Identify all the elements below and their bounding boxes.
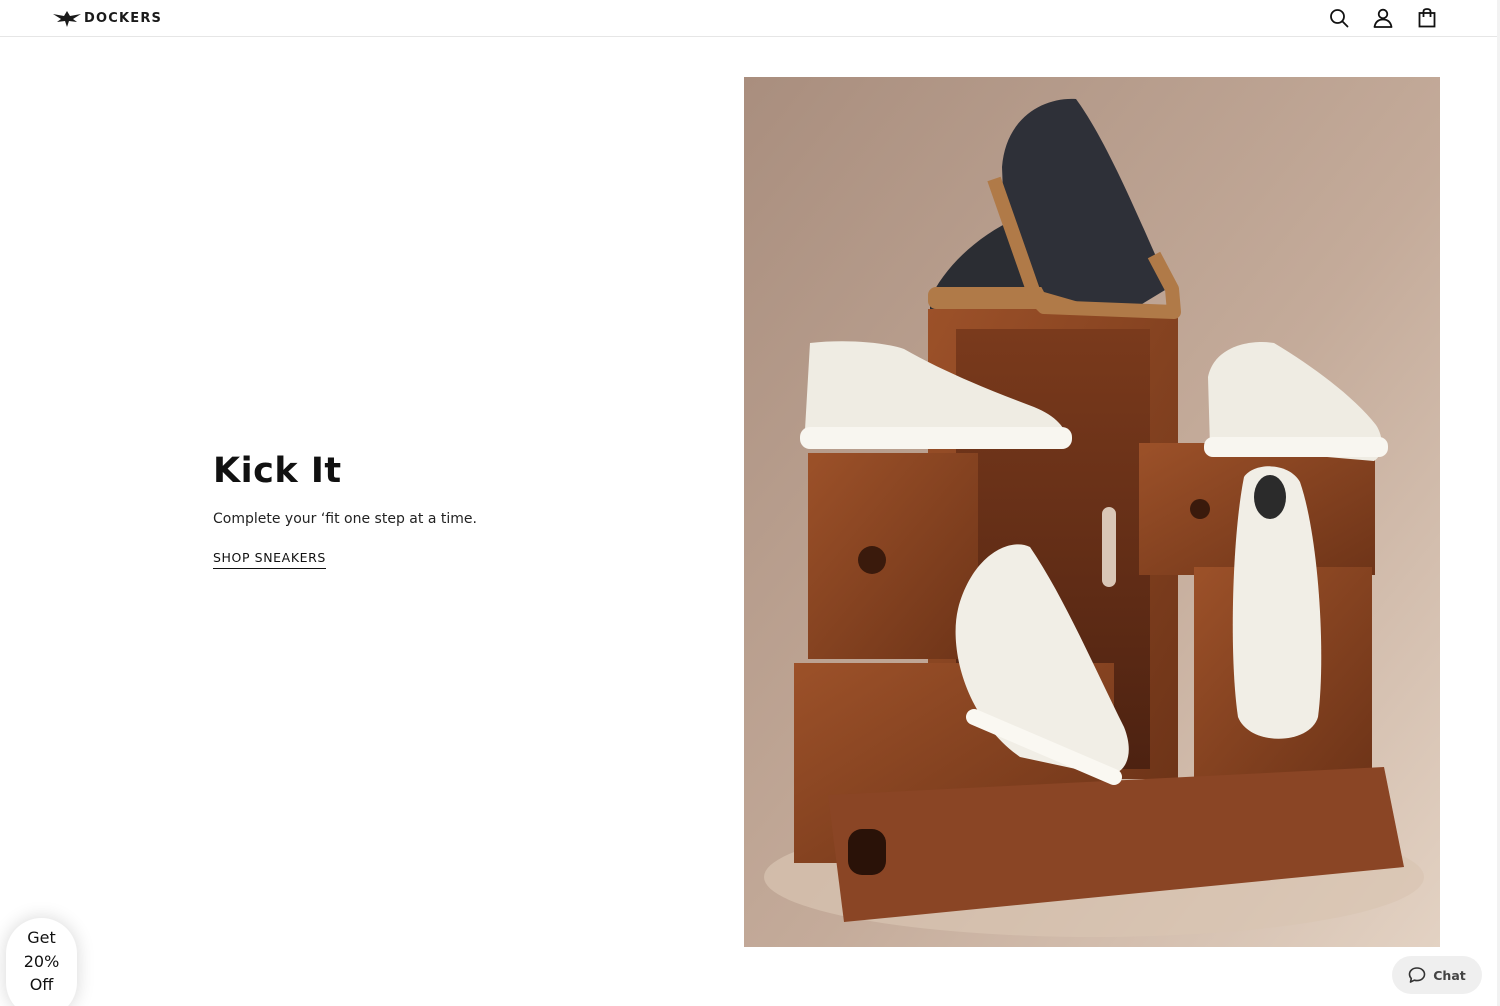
shop-sneakers-link[interactable]: SHOP SNEAKERS (213, 550, 326, 569)
chat-bubble-icon (1408, 967, 1426, 983)
shopping-bag-icon (1418, 8, 1436, 28)
brand-name: DOCKERS (84, 10, 163, 26)
sneakers-photo (744, 77, 1440, 947)
account-icon (1373, 8, 1393, 28)
wings-logo-icon (53, 11, 81, 27)
promo-line-2: 20% (23, 951, 60, 971)
search-icon (1330, 9, 1349, 28)
promo-line-1: Get (27, 928, 56, 947)
site-header: DOCKERS (0, 0, 1500, 37)
discount-promo-badge[interactable]: Get 20% Off (6, 918, 77, 1006)
search-button[interactable] (1328, 6, 1350, 30)
brand-logo[interactable]: DOCKERS (53, 7, 162, 29)
cart-button[interactable] (1416, 6, 1438, 30)
hero-image-sneakers-on-crates[interactable] (744, 77, 1440, 947)
account-button[interactable] (1372, 6, 1394, 30)
hero-subtitle: Complete your ‘fit one step at a time. (213, 511, 477, 527)
header-actions (1328, 6, 1438, 30)
chat-button[interactable]: Chat (1392, 956, 1482, 994)
promo-line-3: Off (29, 975, 54, 994)
hero-copy: Kick It Complete your ‘fit one step at a… (213, 450, 633, 569)
chat-label: Chat (1433, 967, 1466, 983)
hero-title: Kick It (213, 451, 342, 491)
